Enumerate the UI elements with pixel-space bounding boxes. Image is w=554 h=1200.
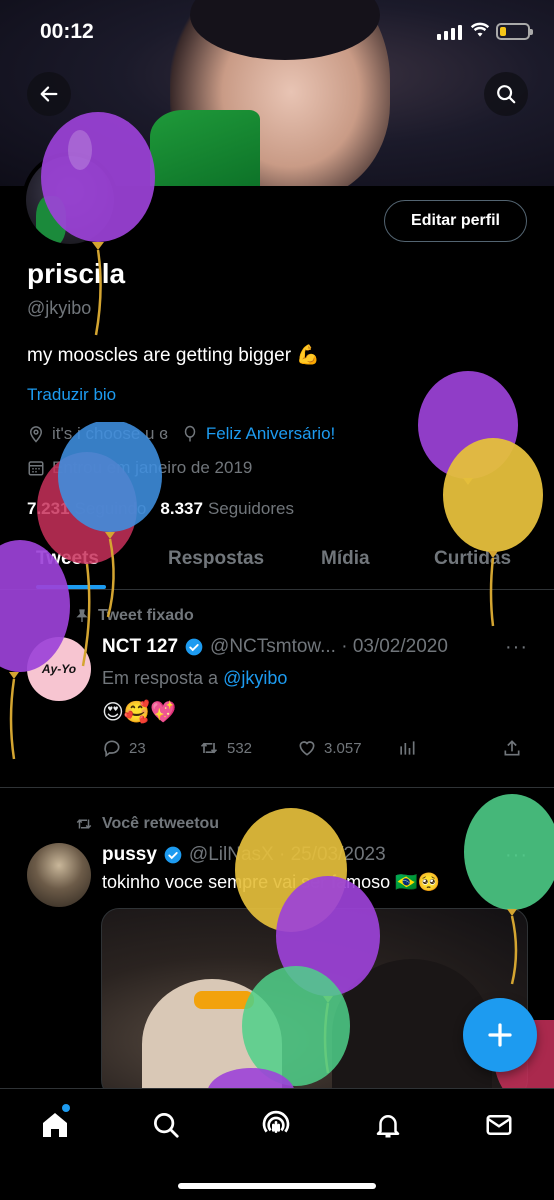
- joined-row: Entrou em janeiro de 2019: [27, 458, 252, 478]
- location-pin-icon: [29, 426, 43, 443]
- tab-tweets[interactable]: Tweets: [36, 548, 99, 570]
- home-indicator: [178, 1183, 376, 1189]
- profile-tabs: Tweets Respostas Mídia Curtidas: [0, 538, 554, 590]
- mail-icon: [486, 1115, 512, 1135]
- profile-avatar[interactable]: [22, 152, 118, 248]
- banner-flag: [150, 110, 260, 186]
- reply-context: Em resposta a @jkyibo: [102, 668, 287, 689]
- views-button[interactable]: [397, 738, 502, 758]
- tweet-card[interactable]: Tweet fixado Ay-Yo NCT 127 @NCTsmtow... …: [0, 592, 554, 788]
- retweet-button[interactable]: 532: [198, 738, 297, 758]
- plus-icon: [488, 1023, 512, 1047]
- retweet-context: Você retweetou: [74, 815, 219, 833]
- nav-search[interactable]: [148, 1107, 184, 1143]
- active-tab-indicator: [36, 585, 106, 589]
- nav-notifications[interactable]: [370, 1107, 406, 1143]
- followers-count: 8.337: [160, 499, 203, 518]
- joined-date: Entrou em janeiro de 2019: [52, 458, 253, 477]
- following-link[interactable]: 7.231 Seguindo: [27, 499, 146, 519]
- tweet-text: tokinho voce sempre vai ser famoso 🇧🇷🥺: [102, 872, 440, 892]
- following-label: Seguindo: [74, 499, 147, 518]
- nav-home[interactable]: [37, 1107, 73, 1143]
- following-count: 7.231: [27, 499, 70, 518]
- retweet-icon: [200, 742, 218, 754]
- reply-prefix: Em resposta a: [102, 668, 219, 688]
- balloon-purple-2: [418, 371, 518, 485]
- search-button[interactable]: [484, 72, 528, 116]
- reply-button[interactable]: 23: [102, 738, 198, 758]
- pinned-context: Tweet fixado: [74, 607, 194, 625]
- tweet-header: NCT 127 @NCTsmtow... · 03/02/2020: [102, 636, 448, 658]
- retweet-icon: [76, 819, 92, 829]
- spaces-icon: [262, 1110, 290, 1133]
- retweet-context-label: Você retweetou: [102, 815, 220, 832]
- like-button[interactable]: 3.057: [297, 738, 397, 758]
- verified-badge-icon: [185, 638, 203, 656]
- reply-handle-link[interactable]: @jkyibo: [223, 668, 287, 688]
- search-icon: [154, 1113, 179, 1138]
- back-button[interactable]: [27, 72, 71, 116]
- home-notification-dot: [62, 1104, 70, 1112]
- retweet-count: 532: [227, 739, 253, 757]
- reply-count: 23: [129, 739, 146, 757]
- followers-link[interactable]: 8.337 Seguidores: [160, 499, 294, 519]
- tab-replies[interactable]: Respostas: [168, 548, 264, 570]
- tweet-header: pussy @LilNasX · 25/03/2023: [102, 844, 386, 866]
- tweet-actions: 23 532 3.057: [102, 738, 522, 758]
- profile-location: it's i choose u ɞ: [52, 424, 168, 443]
- more-options-icon[interactable]: ···: [505, 636, 528, 659]
- compose-tweet-button[interactable]: [463, 998, 537, 1072]
- nav-spaces[interactable]: [258, 1107, 294, 1143]
- arrow-left-icon: [40, 86, 58, 102]
- profile-name: priscila: [27, 258, 126, 289]
- like-count: 3.057: [324, 739, 362, 757]
- share-icon: [504, 740, 520, 756]
- tweet-handle-date: @NCTsmtow... · 03/02/2020: [210, 636, 448, 657]
- pin-icon: [76, 609, 88, 622]
- tweet-author-name[interactable]: pussy: [102, 844, 157, 866]
- profile-meta-row: it's i choose u ɞ Feliz Aniversário!: [27, 424, 335, 444]
- tweet-avatar[interactable]: Ay-Yo: [27, 637, 91, 701]
- share-button[interactable]: [502, 738, 522, 758]
- analytics-icon: [400, 741, 415, 755]
- follow-counts: 7.231 Seguindo 8.337 Seguidores: [27, 499, 294, 519]
- wifi-icon: [470, 22, 490, 37]
- status-time: 00:12: [40, 20, 94, 43]
- battery-icon: [496, 23, 533, 40]
- more-options-icon[interactable]: ···: [505, 844, 528, 867]
- status-bar: 00:12: [0, 0, 554, 64]
- calendar-icon: [28, 461, 44, 476]
- tweet-media-image[interactable]: [101, 908, 528, 1098]
- translate-bio-link[interactable]: Traduzir bio: [27, 385, 116, 405]
- birthday-text: Feliz Aniversário!: [205, 424, 336, 443]
- tweet-avatar[interactable]: [27, 843, 91, 907]
- tab-likes[interactable]: Curtidas: [434, 548, 511, 570]
- profile-handle: @jkyibo: [27, 298, 92, 318]
- heart-icon: [299, 741, 315, 756]
- reply-icon: [104, 740, 120, 758]
- tweet-author-name[interactable]: NCT 127: [102, 636, 178, 658]
- tweet-text: 😍🥰💖: [102, 701, 177, 724]
- pinned-label: Tweet fixado: [98, 607, 194, 624]
- followers-label: Seguidores: [207, 499, 294, 518]
- verified-badge-icon: [164, 846, 182, 864]
- tweet-avatar-logo: Ay-Yo: [41, 662, 77, 676]
- profile-bio: my mooscles are getting bigger 💪: [27, 345, 320, 366]
- nav-messages[interactable]: [481, 1107, 517, 1143]
- bell-icon: [376, 1115, 400, 1138]
- tab-media[interactable]: Mídia: [321, 548, 370, 570]
- cellular-signal-icon: [437, 24, 462, 40]
- balloon-icon: [184, 425, 196, 442]
- home-icon: [43, 1113, 67, 1137]
- edit-profile-button[interactable]: Editar perfil: [384, 200, 527, 242]
- tweet-handle-date: @LilNasX · 25/03/2023: [188, 844, 386, 865]
- search-icon: [497, 85, 516, 104]
